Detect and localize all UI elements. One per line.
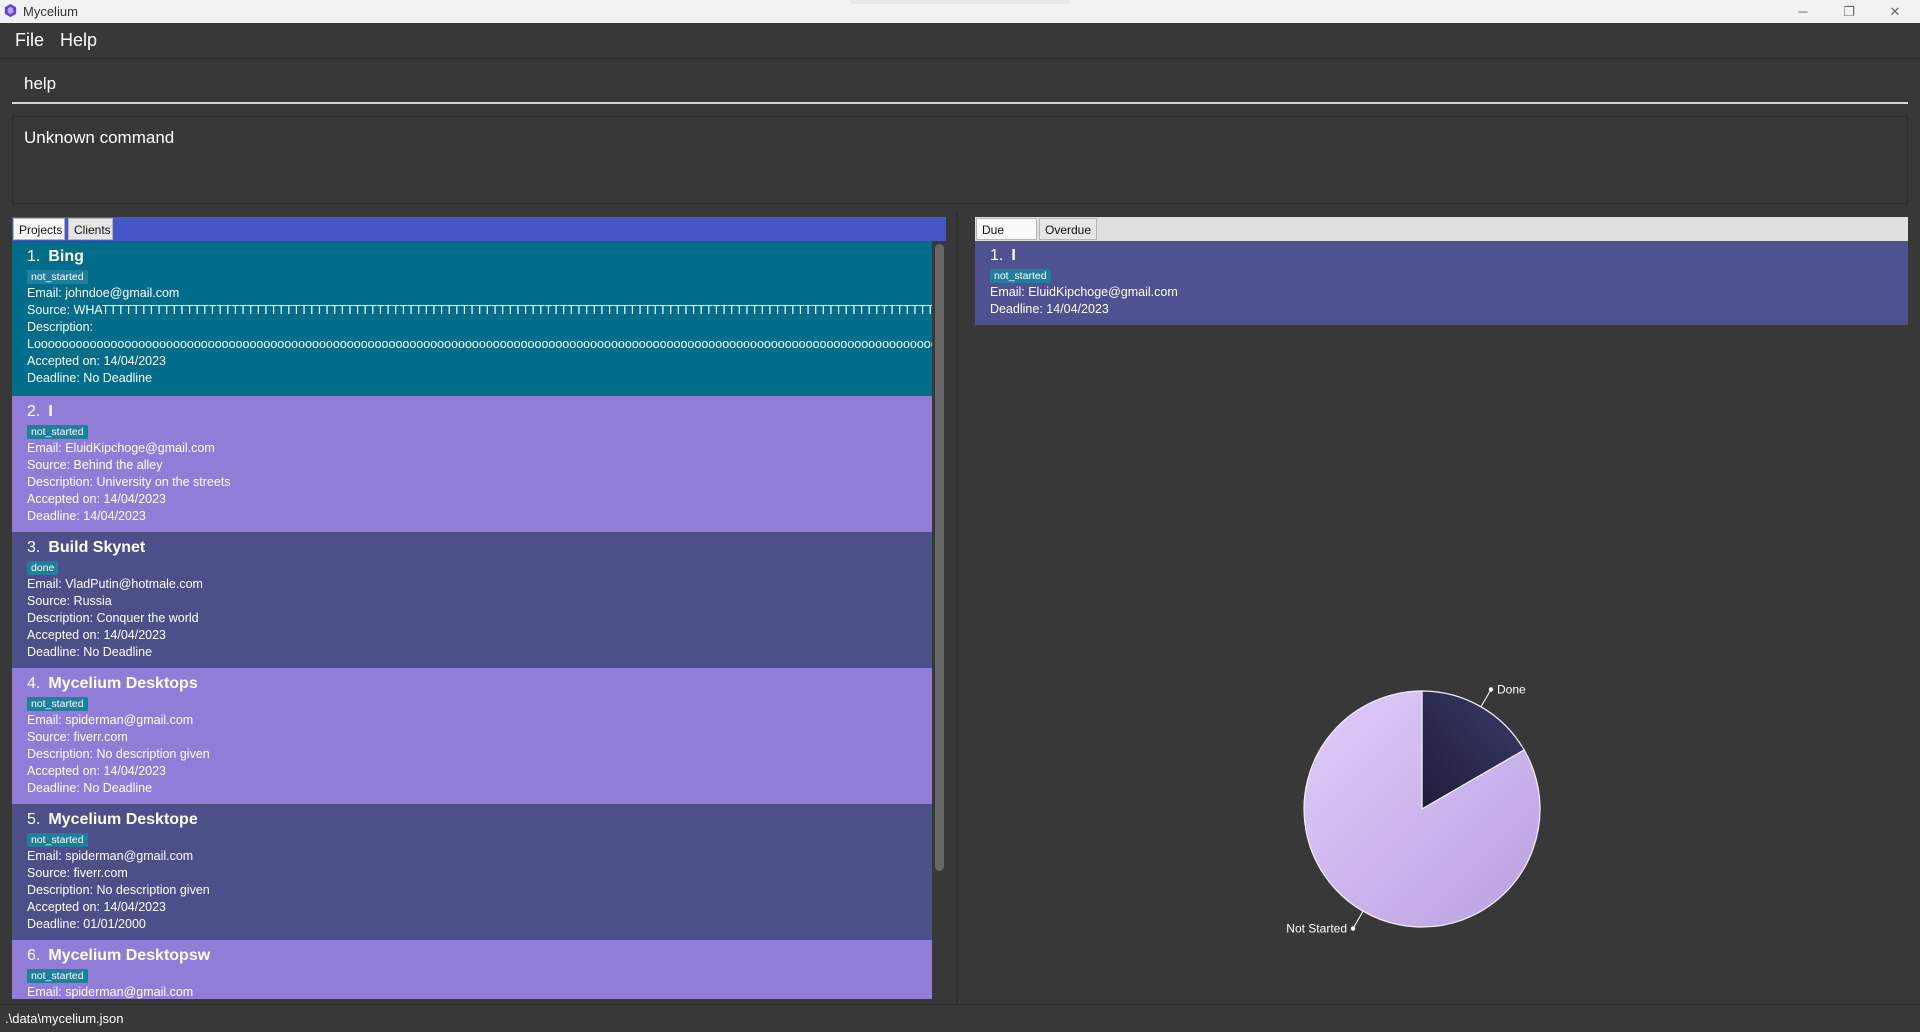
project-card[interactable]: 2. I not_started Email: EluidKipchoge@gma… [12, 396, 932, 532]
project-email: Email: spiderman@gmail.com [27, 849, 194, 863]
maximize-button[interactable]: ❐ [1826, 0, 1872, 23]
project-deadline: Deadline: No Deadline [27, 781, 153, 795]
project-deadline: Deadline: No Deadline [27, 645, 153, 659]
project-deadline: Deadline: No Deadline [27, 371, 153, 385]
project-card[interactable]: 5. Mycelium Desktope not_started Email: s… [12, 804, 932, 940]
project-name: Mycelium Desktopsw [48, 947, 211, 964]
project-title: 3. Build Skynet [27, 537, 932, 559]
menu-bar: File Help [0, 23, 1920, 59]
menu-help[interactable]: Help [60, 30, 97, 51]
project-source: Source: WHATTTTTTTTTTTTTTTTTTTTTTTTTTTTT… [27, 303, 932, 317]
pie-leader-line [1480, 689, 1492, 708]
project-source: Source: Behind the alley [27, 458, 163, 472]
project-index: 6. [27, 947, 41, 964]
tab-overdue[interactable]: Overdue [1039, 218, 1097, 240]
status-bar: .\data\mycelium.json [0, 1004, 1920, 1032]
project-card[interactable]: 6. Mycelium Desktopsw not_started Email: … [12, 940, 932, 999]
status-badge: not_started [27, 969, 88, 983]
project-email: Email: spiderman@gmail.com [27, 985, 194, 999]
deadline-tab-bar: Due soon Overdue [975, 217, 1908, 251]
tab-clients[interactable]: Clients [68, 218, 113, 240]
pie-leader-line [1352, 910, 1364, 929]
entity-tab-bar: Projects Clients [12, 217, 946, 241]
project-deadline: Deadline: 01/01/2000 [27, 917, 146, 931]
due-soon-card[interactable]: 1. I not_started Email: EluidKipchoge@gma… [975, 241, 1908, 325]
project-title: 4. Mycelium Desktops [27, 673, 932, 695]
pie-leader-dot [1488, 687, 1494, 692]
minimize-button[interactable]: ─ [1780, 0, 1826, 23]
tab-due-soon[interactable]: Due soon [976, 218, 1037, 251]
project-accepted: Accepted on: 14/04/2023 [27, 764, 167, 778]
project-source: Source: Russia [27, 594, 112, 608]
project-list-scrollbar[interactable] [932, 241, 946, 999]
pie-label: Not Started [1286, 922, 1347, 936]
project-source: Source: fiverr.com [27, 866, 128, 880]
project-index: 5. [27, 811, 41, 828]
command-input-value[interactable]: help [24, 74, 56, 94]
project-description: Description: No description given [27, 747, 210, 761]
project-name: I [1011, 247, 1016, 264]
status-badge: not_started [27, 697, 88, 711]
status-badge: not_started [27, 425, 88, 439]
status-badge: not_started [27, 270, 88, 284]
project-email: Email: spiderman@gmail.com [27, 713, 194, 727]
project-accepted: Accepted on: 14/04/2023 [27, 492, 167, 506]
project-card[interactable]: 1. Bing not_started Email: johndoe@gmail.… [12, 241, 932, 396]
project-source: Source: fiverr.com [27, 730, 128, 744]
tab-projects[interactable]: Projects [13, 218, 65, 240]
project-name: Mycelium Desktope [48, 811, 198, 828]
status-badge: not_started [27, 833, 88, 847]
status-badge: done [27, 561, 59, 575]
project-deadline: Deadline: 14/04/2023 [27, 509, 146, 523]
project-deadline: Deadline: 14/04/2023 [990, 302, 1109, 316]
project-description-text: Looooooooooooooooooooooooooooooooooooooo… [27, 337, 932, 351]
title-drag-handle [850, 0, 1070, 4]
result-display: Unknown command [12, 116, 1908, 204]
project-name: Mycelium Desktops [48, 675, 198, 692]
project-index: 1. [27, 248, 41, 265]
project-title: 6. Mycelium Desktopsw [27, 945, 932, 967]
split-pane-divider[interactable] [956, 212, 958, 1004]
project-email: Email: EluidKipchoge@gmail.com [27, 441, 215, 455]
title-bar: Mycelium ─ ❐ ✕ [0, 0, 1920, 23]
project-index: 1. [990, 247, 1004, 264]
close-button[interactable]: ✕ [1872, 0, 1918, 23]
project-accepted: Accepted on: 14/04/2023 [27, 354, 167, 368]
project-title: 2. I [27, 401, 932, 423]
project-name: Bing [48, 248, 84, 265]
command-input[interactable]: help [12, 64, 1908, 104]
project-description: Description: [27, 320, 93, 334]
save-file-path: .\data\mycelium.json [5, 1011, 124, 1026]
project-index: 3. [27, 539, 41, 556]
scrollbar-thumb[interactable] [935, 244, 944, 871]
project-index: 2. [27, 403, 41, 420]
project-name: I [48, 403, 53, 420]
project-accepted: Accepted on: 14/04/2023 [27, 900, 167, 914]
project-title: 1. I [990, 245, 1908, 267]
project-card[interactable]: 3. Build Skynet done Email: VladPutin@hot… [12, 532, 932, 668]
pie-label: Done [1497, 682, 1526, 696]
project-accepted: Accepted on: 14/04/2023 [27, 628, 167, 642]
menu-file[interactable]: File [15, 30, 44, 51]
project-list: 1. Bing not_started Email: johndoe@gmail.… [12, 241, 932, 999]
app-logo-icon [4, 3, 17, 18]
status-pie-chart: Done Not Started [1286, 682, 1541, 936]
project-title: 5. Mycelium Desktope [27, 809, 932, 831]
project-description: Description: No description given [27, 883, 210, 897]
project-email: Email: johndoe@gmail.com [27, 286, 180, 300]
project-name: Build Skynet [48, 539, 146, 556]
project-card[interactable]: 4. Mycelium Desktops not_started Email: s… [12, 668, 932, 804]
project-description: Description: University on the streets [27, 475, 231, 489]
project-email: Email: VladPutin@hotmale.com [27, 577, 203, 591]
project-description: Description: Conquer the world [27, 611, 199, 625]
project-title: 1. Bing [27, 246, 932, 268]
project-index: 4. [27, 675, 41, 692]
status-badge: not_started [990, 269, 1051, 283]
pie-leader-dot [1350, 926, 1356, 931]
window-title: Mycelium [23, 4, 78, 19]
project-email: Email: EluidKipchoge@gmail.com [990, 285, 1178, 299]
result-message: Unknown command [24, 128, 175, 147]
